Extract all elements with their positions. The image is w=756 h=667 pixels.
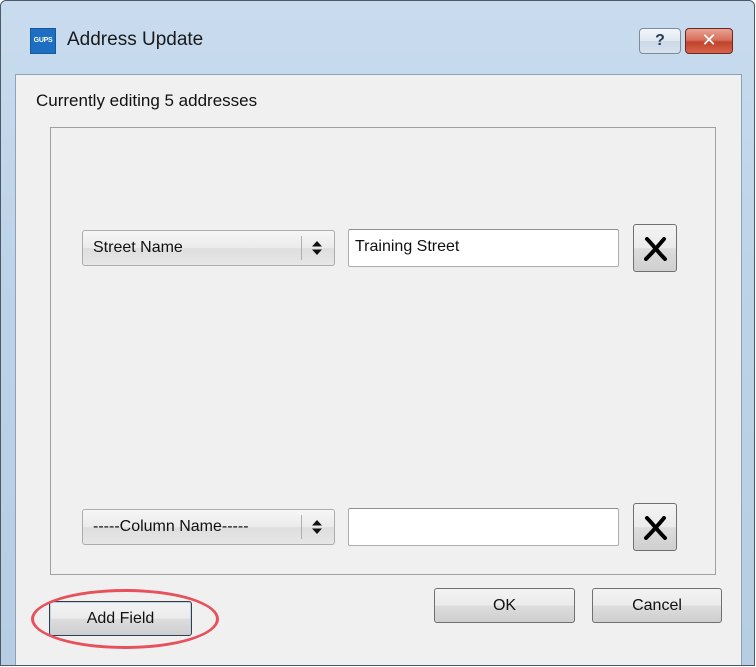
column-select-2[interactable]: -----Column Name----- [82,509,335,545]
close-button[interactable]: ✕ [685,28,733,54]
x-remove-icon [644,237,667,261]
column-select-1[interactable]: Street Name [82,230,335,266]
ok-button[interactable]: OK [434,588,575,623]
field-value-input-2[interactable] [348,508,619,546]
up-down-arrows-icon [312,520,322,534]
address-update-dialog: GUPS Address Update ? ✕ Currently editin… [0,0,755,666]
app-logo-icon: GUPS [30,28,56,54]
editing-status-label: Currently editing 5 addresses [36,91,258,110]
remove-field-button-1[interactable] [633,224,677,272]
window-title: Address Update [67,29,204,50]
remove-field-button-2[interactable] [633,503,677,551]
field-value-input-1[interactable]: Training Street [348,229,619,267]
dialog-body: Currently editing 5 addresses Street Nam… [15,74,742,665]
combo-divider [301,236,302,260]
up-down-arrows-icon [312,241,322,255]
column-select-value: -----Column Name----- [93,518,249,535]
help-button[interactable]: ? [639,28,681,54]
column-select-value: Street Name [93,239,183,256]
fields-panel: Street Name Training Street -----Column … [50,127,716,575]
cancel-button[interactable]: Cancel [592,588,722,623]
add-field-button[interactable]: Add Field [49,601,192,636]
combo-divider [301,515,302,539]
x-remove-icon [644,516,667,540]
